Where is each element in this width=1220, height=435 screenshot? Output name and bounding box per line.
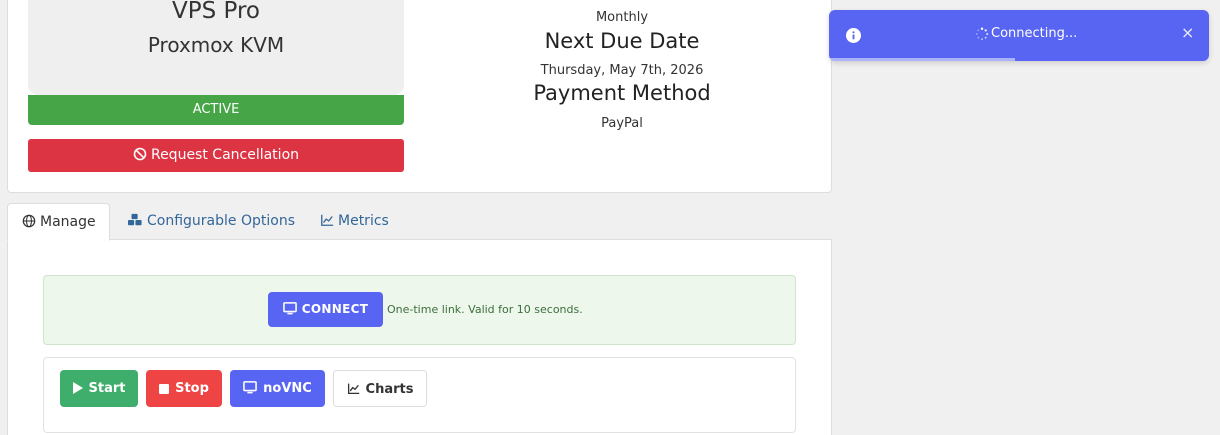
product-box: VPS Pro Proxmox KVM (28, 0, 404, 95)
tab-configurable-options[interactable]: Configurable Options (113, 203, 309, 240)
start-label: Start (88, 381, 126, 396)
monitor-icon (243, 381, 258, 394)
monitor-icon (282, 302, 297, 315)
line-chart-icon (321, 214, 334, 226)
spinner-icon (975, 27, 989, 41)
stop-label: Stop (175, 381, 209, 396)
payment-method-value: PayPal (601, 116, 643, 131)
cancel-label: Request Cancellation (150, 147, 300, 163)
billing-cycle: Monthly (595, 10, 649, 25)
tab-metrics[interactable]: Metrics (306, 203, 403, 240)
payment-method-heading: Payment Method (533, 81, 711, 105)
cubes-icon (128, 213, 142, 226)
status-badge: ACTIVE (28, 95, 404, 125)
due-date-value: Thursday, May 7th, 2026 (540, 63, 704, 78)
product-group: Proxmox KVM (147, 33, 285, 57)
tab-bar: Manage Configurable Options Metrics (7, 203, 832, 241)
line-chart-icon (347, 383, 359, 395)
play-icon (72, 382, 83, 394)
novnc-label: noVNC (263, 381, 312, 396)
novnc-button[interactable]: noVNC (230, 370, 325, 407)
due-date-heading: Next Due Date (544, 29, 700, 53)
tab-label: Manage (40, 214, 96, 230)
charts-button[interactable]: Charts (333, 370, 427, 407)
info-icon (846, 28, 861, 43)
tab-label: Configurable Options (147, 213, 295, 229)
connect-label: CONNECT (301, 302, 369, 316)
start-button[interactable]: Start (60, 370, 138, 407)
stop-button[interactable]: Stop (146, 370, 222, 407)
request-cancellation-button[interactable]: Request Cancellation (28, 139, 404, 172)
toast-progress-bar (829, 58, 1016, 61)
product-name: VPS Pro (171, 0, 260, 24)
ban-icon (133, 147, 147, 161)
close-icon[interactable]: × (1181, 24, 1194, 42)
charts-label: Charts (365, 382, 414, 397)
tab-label: Metrics (338, 213, 389, 229)
stop-icon (159, 384, 170, 394)
toast-notification: Connecting... × (829, 10, 1209, 61)
connect-button[interactable]: CONNECT (268, 292, 383, 327)
toast-message: Connecting... (991, 26, 1078, 41)
globe-icon (22, 214, 36, 228)
tab-manage[interactable]: Manage (7, 203, 110, 241)
connect-note: One-time link. Valid for 10 seconds. (387, 303, 583, 316)
